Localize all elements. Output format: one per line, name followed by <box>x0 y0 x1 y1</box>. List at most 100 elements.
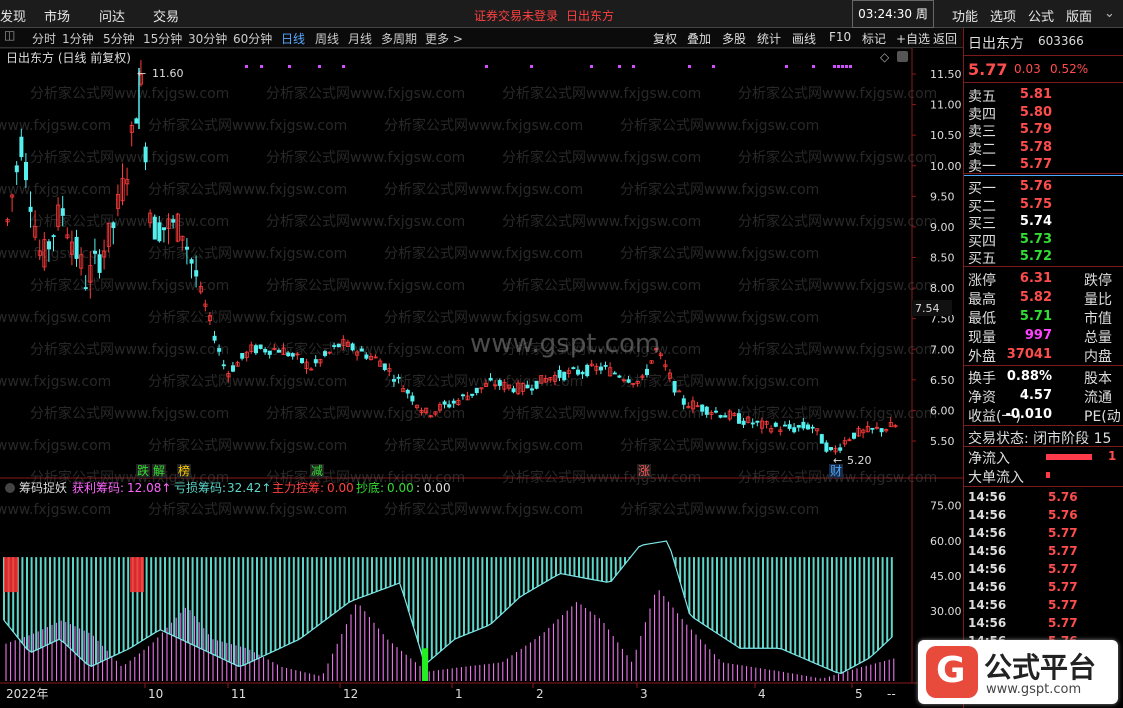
period-daily[interactable]: 日线 <box>281 30 305 47</box>
collapse-icon[interactable]: ◫ <box>4 28 15 42</box>
login-notice[interactable]: 证券交易未登录 <box>474 7 558 24</box>
candle-body <box>299 357 304 364</box>
tool-add-watch[interactable]: +自选 <box>896 30 930 47</box>
period-1min[interactable]: 1分钟 <box>62 30 94 47</box>
menu-trade[interactable]: 交易 <box>153 6 179 25</box>
candle-body <box>534 380 539 389</box>
indicator-toggle-icon[interactable] <box>5 483 15 493</box>
period-15min[interactable]: 15分钟 <box>143 30 182 47</box>
marker-unlock[interactable]: 解 <box>153 464 165 478</box>
price-axis-label: 8.00 <box>930 282 955 295</box>
candle-body <box>870 427 875 430</box>
price-axis-label: 10.50 <box>930 129 962 142</box>
candle-body <box>322 351 327 356</box>
menu-function[interactable]: 功能 <box>952 6 978 25</box>
candle-body <box>714 410 719 413</box>
indicator-f4-value: 0.00 <box>387 481 414 495</box>
indicator-f3-label: 主力控筹: <box>272 481 324 495</box>
tool-overlay[interactable]: 叠加 <box>687 30 711 47</box>
watermark-text: 分析家公式网www.fxjgsw.com <box>148 501 347 518</box>
menu-ask[interactable]: 问达 <box>99 6 125 25</box>
period-weekly[interactable]: 周线 <box>315 30 339 47</box>
stat-value: 997 <box>1024 328 1052 343</box>
settings-icon[interactable] <box>897 51 908 62</box>
period-monthly[interactable]: 月线 <box>348 30 372 47</box>
watermark-text: 分析家公式网www.fxjgsw.com <box>148 181 347 198</box>
price-axis-label: 8.50 <box>930 252 955 265</box>
menu-market[interactable]: 市场 <box>44 6 70 25</box>
period-5min[interactable]: 5分钟 <box>103 30 135 47</box>
net-inflow-bar <box>1046 454 1092 460</box>
period-more[interactable]: 更多 > <box>425 30 463 47</box>
candle-body <box>645 368 650 376</box>
watermark-text: 分析家公式网www.fxjgsw.com <box>148 117 347 134</box>
marker-reduce[interactable]: 减 <box>311 464 323 478</box>
period-30min[interactable]: 30分钟 <box>188 30 227 47</box>
bid-3-price[interactable]: 5.74 <box>1000 214 1052 229</box>
menu-formula[interactable]: 公式 <box>1028 6 1054 25</box>
menu-options[interactable]: 选项 <box>990 6 1016 25</box>
candle-body <box>525 384 530 389</box>
tick-price: 5.76 <box>1048 490 1078 504</box>
tool-adjust[interactable]: 复权 <box>653 30 677 47</box>
tool-mark[interactable]: 标记 <box>862 30 886 47</box>
tick-price: 5.77 <box>1048 544 1078 558</box>
signal-dot <box>260 65 263 68</box>
candle-body <box>134 118 139 124</box>
bid-5-price[interactable]: 5.72 <box>1000 249 1052 264</box>
candle-body <box>157 222 162 242</box>
marker-rank[interactable]: 榜 <box>178 463 190 478</box>
tool-back[interactable]: 返回 <box>933 30 957 47</box>
marker-fall[interactable]: 跌 <box>137 463 149 478</box>
ask-2-price[interactable]: 5.78 <box>1000 140 1052 155</box>
marker-rise[interactable]: 涨 <box>638 463 650 478</box>
candle-body <box>14 165 19 173</box>
date-axis-label: 2022年 <box>6 687 49 701</box>
period-60min[interactable]: 60分钟 <box>233 30 272 47</box>
tool-multi-stock[interactable]: 多股 <box>722 30 746 47</box>
ask-1-price[interactable]: 5.77 <box>1000 157 1052 172</box>
ask-4-price[interactable]: 5.80 <box>1000 105 1052 120</box>
period-multi[interactable]: 多周期 <box>381 30 417 47</box>
main-force-block <box>130 557 144 593</box>
bid-2-price[interactable]: 5.75 <box>1000 197 1052 212</box>
watermark-text: 分析家公式网www.fxjgsw.com <box>266 85 465 102</box>
tool-f10[interactable]: F10 <box>829 30 851 44</box>
candle-body <box>51 235 56 237</box>
period-intraday[interactable]: 分时 <box>32 30 56 47</box>
bottom-signal-bar <box>422 648 428 681</box>
signal-dot <box>845 65 848 68</box>
stock-code: 603366 <box>1038 34 1084 48</box>
candle-body <box>806 424 811 430</box>
watermark-text: 分析家公式网www.fxjgsw.com <box>738 149 937 166</box>
indicator-name[interactable]: 筹码捉妖 <box>19 480 67 495</box>
bid-4-price[interactable]: 5.73 <box>1000 232 1052 247</box>
kline-chart[interactable]: 分析家公式网www.fxjgsw.com 分析家公式网www.fxjgsw.com… <box>0 48 963 708</box>
watermark-text: 分析家公式网www.fxjgsw.com <box>266 277 465 294</box>
menu-discover[interactable]: 发现 <box>0 6 26 25</box>
bid-1-price[interactable]: 5.76 <box>1000 179 1052 194</box>
diamond-icon[interactable]: ◇ <box>880 50 890 64</box>
price-axis-label: 6.00 <box>930 404 955 417</box>
ask-3-price[interactable]: 5.79 <box>1000 122 1052 137</box>
chevron-down-icon[interactable]: ⌄ <box>1104 6 1115 21</box>
candle-body <box>97 254 102 273</box>
ask-5-price[interactable]: 5.81 <box>1000 87 1052 102</box>
stat-label-right: 股本 <box>1084 371 1112 387</box>
watermark-text: 分析家公式网www.fxjgsw.com <box>384 181 583 198</box>
tool-draw[interactable]: 画线 <box>792 30 816 47</box>
candle-body <box>161 227 166 231</box>
candle-body <box>451 400 456 404</box>
signal-dot <box>785 65 788 68</box>
candle-body <box>194 270 199 277</box>
main-force-block <box>4 557 18 593</box>
candle-body <box>111 222 116 229</box>
marker-finance[interactable]: 财 <box>830 464 842 478</box>
clock: 03:24:30 周三 <box>852 0 934 48</box>
tool-stats[interactable]: 统计 <box>757 30 781 47</box>
menu-layout[interactable]: 版面 <box>1066 6 1092 25</box>
candle-body <box>796 425 801 428</box>
stat-label-right: 流通 <box>1084 390 1112 406</box>
signal-dot <box>688 65 691 68</box>
indicator-axis-label: 75.00 <box>930 500 962 513</box>
